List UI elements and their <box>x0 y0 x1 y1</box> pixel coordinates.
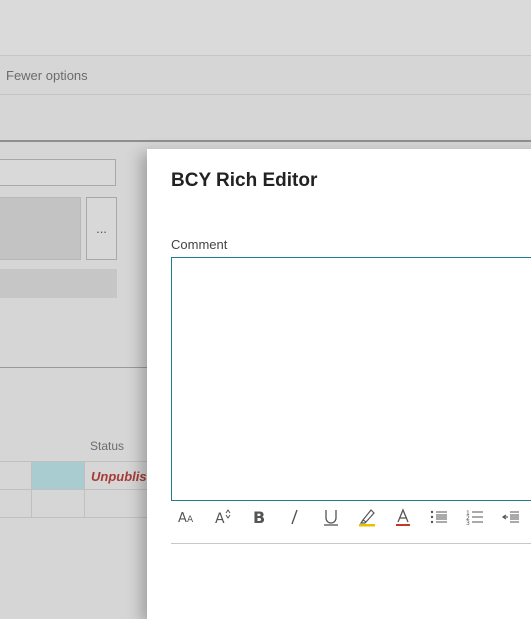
table-cell[interactable] <box>0 489 32 518</box>
underline-icon[interactable] <box>317 503 345 531</box>
status-column-header: Status <box>90 439 125 453</box>
background-header <box>0 0 531 55</box>
background-input[interactable] <box>0 269 117 298</box>
svg-text:B: B <box>253 508 265 527</box>
divider <box>0 367 148 368</box>
svg-text:A: A <box>187 515 194 525</box>
dialog-title: BCY Rich Editor <box>171 170 318 191</box>
numbered-list-icon[interactable]: 1 2 3 <box>461 503 489 531</box>
fewer-options-link[interactable]: Fewer options <box>6 68 88 83</box>
svg-text:A: A <box>215 511 225 527</box>
font-size-icon[interactable]: A A <box>173 503 201 531</box>
background-textarea[interactable] <box>0 197 81 260</box>
comment-label: Comment <box>171 237 228 252</box>
background-band <box>0 95 531 142</box>
svg-text:A: A <box>178 511 187 526</box>
background-input[interactable] <box>0 159 116 186</box>
italic-icon[interactable] <box>281 503 309 531</box>
svg-text:3: 3 <box>466 520 470 527</box>
bullet-list-icon[interactable] <box>425 503 453 531</box>
font-increase-icon[interactable]: A <box>209 503 237 531</box>
table-cell-selected[interactable] <box>31 461 85 490</box>
bold-icon[interactable]: B <box>245 503 273 531</box>
ellipsis-button[interactable]: ... <box>86 197 117 260</box>
comment-editor[interactable] <box>171 257 531 501</box>
rich-editor-dialog: BCY Rich Editor Comment A A A B 1 2 3 <box>147 149 531 619</box>
status-value: Unpublis <box>91 469 147 484</box>
highlight-icon[interactable] <box>353 503 381 531</box>
table-cell[interactable] <box>31 489 85 518</box>
table-cell[interactable] <box>84 489 148 518</box>
toolbar-divider <box>171 543 531 544</box>
table-cell[interactable] <box>0 461 32 490</box>
font-color-icon[interactable] <box>389 503 417 531</box>
outdent-icon[interactable] <box>497 503 525 531</box>
divider <box>0 55 531 56</box>
